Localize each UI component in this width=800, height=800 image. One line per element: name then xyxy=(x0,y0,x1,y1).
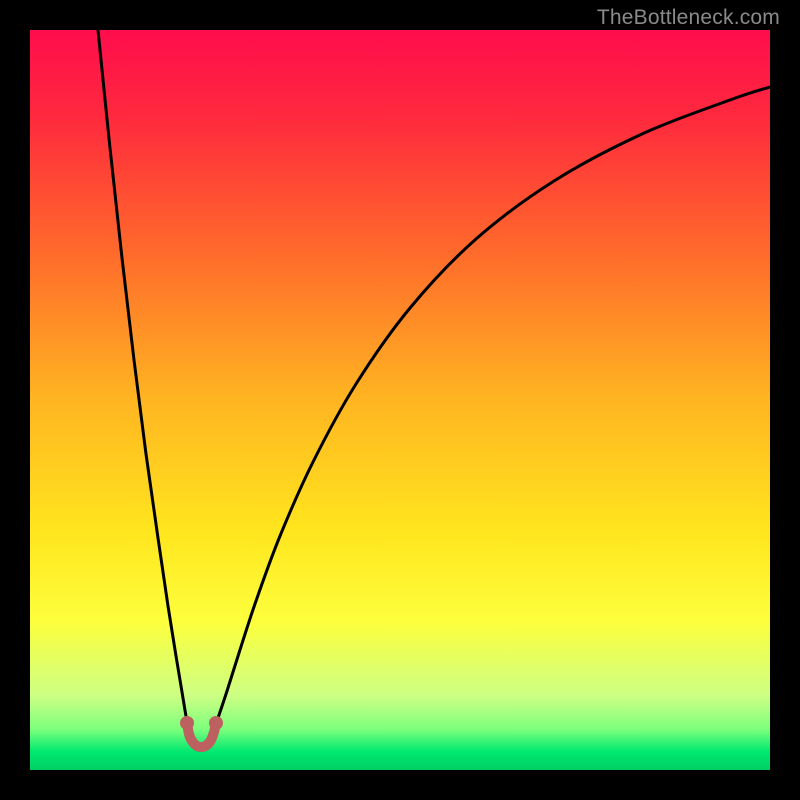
u-join-endpoints xyxy=(180,716,223,730)
right-curve-path xyxy=(211,87,770,737)
watermark-text: TheBottleneck.com xyxy=(597,6,780,30)
left-curve-path xyxy=(98,30,191,737)
chart-curves xyxy=(30,30,770,770)
chart-frame xyxy=(30,30,770,770)
